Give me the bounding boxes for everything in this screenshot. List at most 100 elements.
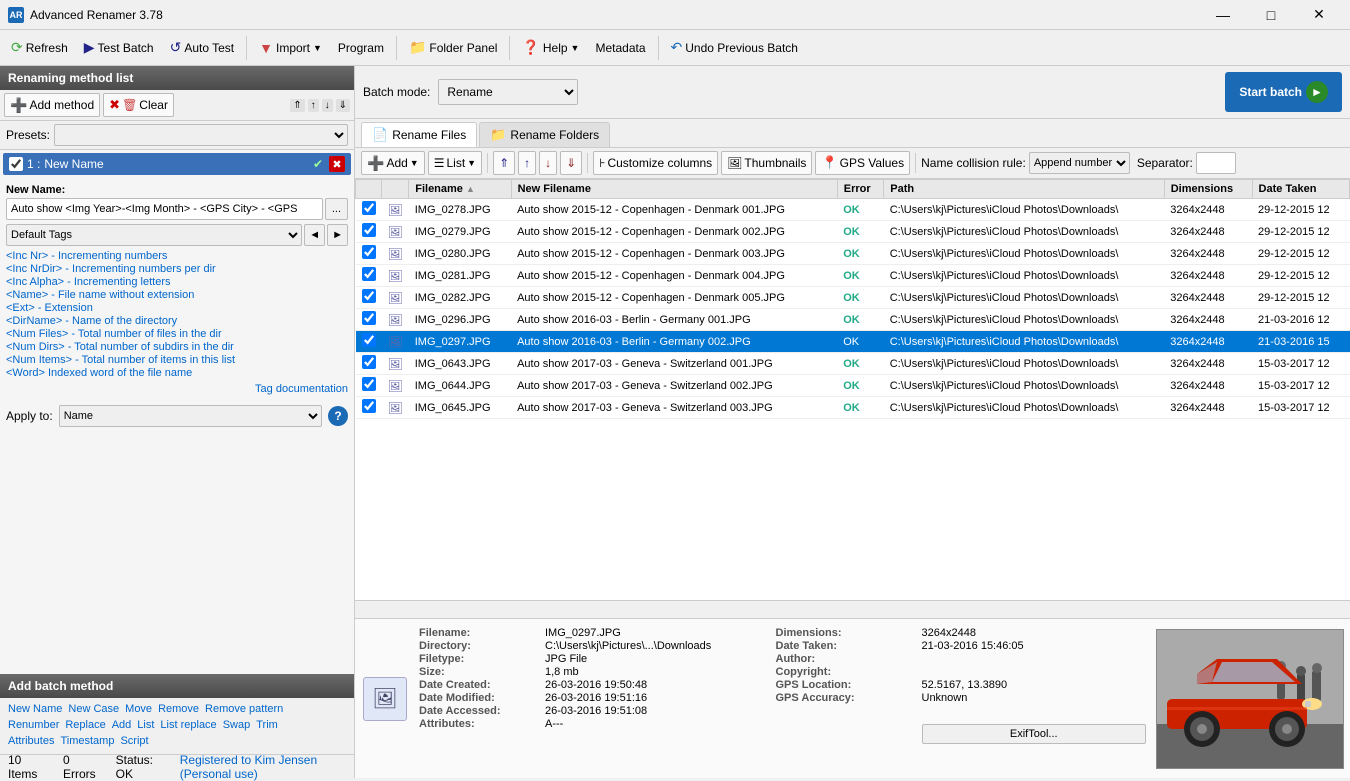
table-row[interactable]: 🖼 IMG_0278.JPG Auto show 2015-12 - Copen… bbox=[356, 199, 1350, 221]
batch-link-list-replace[interactable]: List replace bbox=[158, 718, 218, 732]
batch-link-add[interactable]: Add bbox=[110, 718, 134, 732]
table-row[interactable]: 🖼 IMG_0296.JPG Auto show 2016-03 - Berli… bbox=[356, 309, 1350, 331]
add-method-button[interactable]: ➕ Add method bbox=[4, 93, 100, 117]
new-name-browse-button[interactable]: ... bbox=[325, 198, 348, 220]
col-path[interactable]: Path bbox=[884, 180, 1164, 199]
clear-button[interactable]: ✖ 🗑 Clear bbox=[103, 93, 174, 117]
move-bottom-button[interactable]: ⇓ bbox=[336, 99, 350, 112]
col-dimensions[interactable]: Dimensions bbox=[1164, 180, 1252, 199]
undo-previous-batch-button[interactable]: ↶ Undo Previous Batch bbox=[664, 34, 805, 62]
tags-prev-button[interactable]: ◄ bbox=[304, 224, 325, 246]
tab-rename-folders[interactable]: 📁 Rename Folders bbox=[479, 122, 610, 147]
tag-inc-nr[interactable]: <Inc Nr> - Incrementing numbers bbox=[6, 250, 348, 262]
add-batch-section: Add batch method New Name New Case Move … bbox=[0, 674, 354, 754]
method-item[interactable]: 1 : New Name ✔ ✖ bbox=[3, 153, 351, 175]
batch-link-new-case[interactable]: New Case bbox=[66, 702, 121, 716]
registered-link[interactable]: Registered to Kim Jensen (Personal use) bbox=[180, 753, 346, 781]
list-button[interactable]: ☰ List ▼ bbox=[428, 151, 482, 175]
batch-link-list[interactable]: List bbox=[135, 718, 156, 732]
move-down-button[interactable]: ↓ bbox=[322, 99, 333, 112]
batch-link-trim[interactable]: Trim bbox=[254, 718, 280, 732]
tag-num-files[interactable]: <Num Files> - Total number of files in t… bbox=[6, 328, 348, 340]
tag-word[interactable]: <Word> Indexed word of the file name bbox=[6, 367, 348, 379]
batch-link-script[interactable]: Script bbox=[118, 734, 150, 748]
tag-ext[interactable]: <Ext> - Extension bbox=[6, 302, 348, 314]
col-filename[interactable]: Filename ▲ bbox=[409, 180, 511, 199]
batch-link-new-name[interactable]: New Name bbox=[6, 702, 64, 716]
row-checkbox[interactable] bbox=[362, 333, 376, 347]
batch-link-remove-pattern[interactable]: Remove pattern bbox=[203, 702, 285, 716]
refresh-button[interactable]: ⟳ Refresh bbox=[4, 34, 75, 62]
tag-inc-alpha[interactable]: <Inc Alpha> - Incrementing letters bbox=[6, 276, 348, 288]
tag-num-dirs[interactable]: <Num Dirs> - Total number of subdirs in … bbox=[6, 341, 348, 353]
table-row[interactable]: 🖼 IMG_0644.JPG Auto show 2017-03 - Genev… bbox=[356, 375, 1350, 397]
help-button[interactable]: ❓ Help ▼ bbox=[515, 34, 586, 62]
table-row[interactable]: 🖼 IMG_0297.JPG Auto show 2016-03 - Berli… bbox=[356, 331, 1350, 353]
move-up-button[interactable]: ↑ bbox=[308, 99, 319, 112]
test-batch-button[interactable]: ▶ Test Batch bbox=[77, 34, 161, 62]
batch-link-renumber[interactable]: Renumber bbox=[6, 718, 61, 732]
maximize-button[interactable]: □ bbox=[1248, 0, 1294, 30]
batch-link-replace[interactable]: Replace bbox=[63, 718, 107, 732]
table-row[interactable]: 🖼 IMG_0280.JPG Auto show 2015-12 - Copen… bbox=[356, 243, 1350, 265]
table-row[interactable]: 🖼 IMG_0282.JPG Auto show 2015-12 - Copen… bbox=[356, 287, 1350, 309]
batch-link-swap[interactable]: Swap bbox=[221, 718, 253, 732]
start-batch-button[interactable]: Start batch ► bbox=[1225, 72, 1342, 112]
move-down-file-button[interactable]: ↓ bbox=[539, 151, 557, 175]
help-circle-button[interactable]: ? bbox=[328, 406, 348, 426]
row-checkbox[interactable] bbox=[362, 223, 376, 237]
move-top-button[interactable]: ⇑ bbox=[290, 99, 304, 112]
tag-num-items[interactable]: <Num Items> - Total number of items in t… bbox=[6, 354, 348, 366]
row-checkbox[interactable] bbox=[362, 311, 376, 325]
row-checkbox[interactable] bbox=[362, 289, 376, 303]
separator-input[interactable] bbox=[1196, 152, 1236, 174]
batch-link-move[interactable]: Move bbox=[123, 702, 154, 716]
add-files-button[interactable]: ➕ Add ▼ bbox=[361, 151, 425, 175]
horizontal-scrollbar[interactable] bbox=[355, 600, 1350, 618]
name-collision-select[interactable]: Append number bbox=[1029, 152, 1130, 174]
gps-values-button[interactable]: 📍 GPS Values bbox=[815, 151, 910, 175]
batch-link-attributes[interactable]: Attributes bbox=[6, 734, 56, 748]
close-button[interactable]: ✕ bbox=[1296, 0, 1342, 30]
minimize-button[interactable]: — bbox=[1200, 0, 1246, 30]
method-checkbox[interactable] bbox=[9, 157, 23, 171]
col-date-taken[interactable]: Date Taken bbox=[1252, 180, 1349, 199]
program-button[interactable]: Program bbox=[331, 34, 391, 62]
batch-link-timestamp[interactable]: Timestamp bbox=[58, 734, 116, 748]
row-checkbox[interactable] bbox=[362, 245, 376, 259]
row-checkbox[interactable] bbox=[362, 377, 376, 391]
apply-to-select[interactable]: Name bbox=[59, 405, 322, 427]
table-row[interactable]: 🖼 IMG_0281.JPG Auto show 2015-12 - Copen… bbox=[356, 265, 1350, 287]
row-checkbox[interactable] bbox=[362, 201, 376, 215]
presets-select[interactable] bbox=[54, 124, 348, 146]
tags-next-button[interactable]: ► bbox=[327, 224, 348, 246]
move-top-file-button[interactable]: ⇑ bbox=[493, 151, 515, 175]
row-checkbox[interactable] bbox=[362, 355, 376, 369]
row-checkbox[interactable] bbox=[362, 267, 376, 281]
method-close-button[interactable]: ✖ bbox=[329, 156, 345, 172]
thumbnails-button[interactable]: 🖼 Thumbnails bbox=[721, 151, 812, 175]
tags-select[interactable]: Default Tags bbox=[6, 224, 302, 246]
tab-rename-files[interactable]: 📄 Rename Files bbox=[361, 122, 477, 147]
move-up-file-button[interactable]: ↑ bbox=[518, 151, 536, 175]
batch-mode-select[interactable]: Rename Copy Move bbox=[438, 79, 578, 105]
tag-name[interactable]: <Name> - File name without extension bbox=[6, 289, 348, 301]
row-checkbox[interactable] bbox=[362, 399, 376, 413]
tag-dirname[interactable]: <DirName> - Name of the directory bbox=[6, 315, 348, 327]
exif-tool-button[interactable]: ExifTool... bbox=[922, 724, 1147, 744]
col-new-filename[interactable]: New Filename bbox=[511, 180, 837, 199]
tag-inc-nrdir[interactable]: <Inc NrDir> - Incrementing numbers per d… bbox=[6, 263, 348, 275]
auto-test-button[interactable]: ↺ Auto Test bbox=[163, 34, 242, 62]
batch-link-remove[interactable]: Remove bbox=[156, 702, 201, 716]
metadata-button[interactable]: Metadata bbox=[588, 34, 652, 62]
table-row[interactable]: 🖼 IMG_0643.JPG Auto show 2017-03 - Genev… bbox=[356, 353, 1350, 375]
move-bottom-file-button[interactable]: ⇓ bbox=[560, 151, 582, 175]
tag-documentation-link[interactable]: Tag documentation bbox=[6, 383, 348, 395]
new-name-input[interactable] bbox=[6, 198, 323, 220]
customize-columns-button[interactable]: ⊦ Customize columns bbox=[593, 151, 718, 175]
import-button[interactable]: ▼ Import ▼ bbox=[252, 34, 329, 62]
folder-panel-button[interactable]: 📁 Folder Panel bbox=[402, 34, 504, 62]
table-row[interactable]: 🖼 IMG_0279.JPG Auto show 2015-12 - Copen… bbox=[356, 221, 1350, 243]
col-error[interactable]: Error bbox=[837, 180, 884, 199]
table-row[interactable]: 🖼 IMG_0645.JPG Auto show 2017-03 - Genev… bbox=[356, 397, 1350, 419]
